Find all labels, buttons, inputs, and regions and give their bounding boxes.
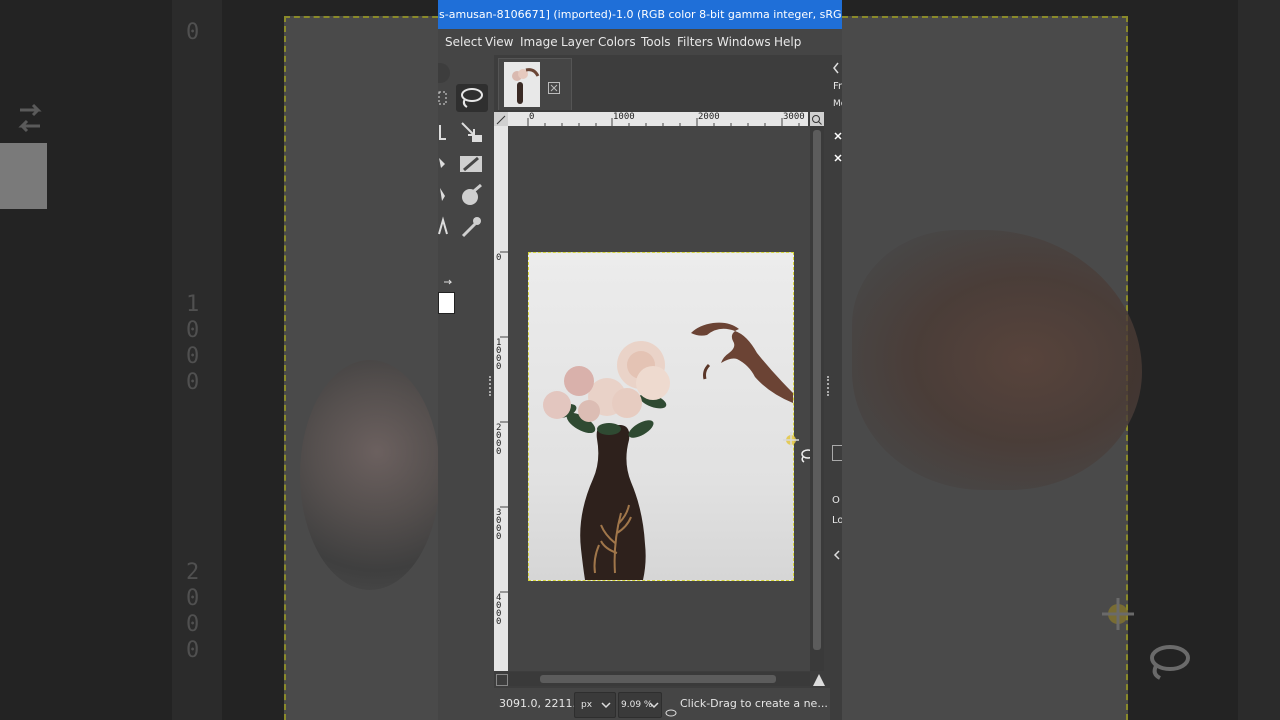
smudge-tool-icon[interactable] [438, 182, 448, 208]
unit-value: px [581, 700, 593, 710]
image-thumbnail [504, 62, 540, 107]
bg-ruler-digit: 1 [186, 292, 200, 317]
bg-ruler-digit: 0 [186, 20, 200, 45]
background-right-blur [842, 0, 1280, 720]
rect-select-tool-icon[interactable] [438, 85, 448, 111]
bg-crosshair-icon [1100, 596, 1136, 632]
navigate-icon[interactable] [810, 112, 824, 126]
pointer-coordinates: 3091.0, 2211.0 [499, 697, 583, 710]
toolbox-separator-handle[interactable] [489, 376, 494, 396]
ruler-label: 1000 [613, 112, 635, 122]
move-tool-icon[interactable] [458, 119, 484, 145]
dock-label: Fr [833, 81, 842, 92]
bg-ruler-digit: 0 [186, 318, 200, 343]
bg-swap-icon [12, 100, 48, 136]
bg-ruler-digit: 0 [186, 586, 200, 611]
ruler-label: 2000 [496, 423, 502, 457]
ruler-label: 0 [496, 253, 502, 263]
ruler-label: 3000 [783, 112, 805, 122]
color-picker-tool-icon[interactable] [458, 214, 484, 240]
menu-help[interactable]: Help [774, 29, 801, 55]
swap-colors-icon[interactable] [442, 275, 454, 287]
toolbox [438, 55, 494, 720]
background-left-blur: 0 1 0 0 0 2 0 0 0 [0, 0, 438, 720]
bg-ruler-right [1238, 0, 1280, 720]
menu-select[interactable]: Select [445, 29, 482, 55]
horizontal-scroll-thumb[interactable] [540, 675, 776, 683]
dock-label: O [832, 495, 840, 506]
free-select-tool-icon[interactable] [456, 84, 488, 112]
eraser-tool-icon[interactable] [458, 150, 484, 176]
ruler-label: 2000 [698, 112, 720, 122]
dock-close-icon[interactable] [834, 125, 842, 144]
image-tab[interactable] [498, 58, 572, 111]
foreground-color-swatch[interactable] [438, 292, 455, 314]
ruler-label: 4000 [496, 593, 502, 627]
vertical-ruler[interactable]: 0 1000 2000 3000 4000 [494, 126, 508, 671]
window-title-bar[interactable]: ls-amusan-8106671] (imported)-1.0 (RGB c… [438, 0, 842, 29]
chevron-down-icon [601, 693, 611, 720]
dock-arrow-icon[interactable] [833, 545, 841, 564]
vertical-scrollbar[interactable] [810, 126, 824, 671]
crosshair-cursor-icon [783, 432, 799, 448]
horizontal-ruler[interactable]: 0 1000 2000 3000 [508, 112, 808, 126]
bg-ruler-digit: 2 [186, 560, 200, 585]
heal-tool-icon[interactable] [458, 182, 484, 208]
zoom-select[interactable]: 9.09 % [618, 692, 662, 718]
path-tool-icon[interactable] [438, 214, 448, 240]
status-hint: Click-Drag to create a ne... [680, 697, 828, 710]
paint-tool-icon[interactable] [438, 150, 448, 176]
menu-filters[interactable]: Filters [677, 29, 713, 55]
bg-flowers-blur [300, 360, 438, 590]
chevron-down-icon [649, 693, 659, 720]
quick-mask-icon[interactable] [496, 674, 508, 686]
zoom-value: 9.09 % [621, 700, 653, 710]
bg-ruler-digit: 0 [186, 612, 200, 637]
gimp-window: ls-amusan-8106671] (imported)-1.0 (RGB c… [438, 0, 842, 720]
crop-tool-icon[interactable] [438, 119, 448, 145]
ruler-label: 3000 [496, 508, 502, 542]
collapse-dock-icon[interactable] [832, 59, 840, 78]
horizontal-scrollbar[interactable] [508, 672, 810, 686]
image-tab-bar [494, 55, 842, 111]
menu-colors[interactable]: Colors [598, 29, 636, 55]
ruler-corner-icon[interactable] [494, 112, 508, 126]
toolbox-handle [438, 63, 450, 83]
menu-view[interactable]: View [485, 29, 513, 55]
ruler-label: 1000 [496, 338, 502, 372]
bg-ruler-digit: 0 [186, 370, 200, 395]
dock-close-icon[interactable] [834, 147, 842, 166]
zoom-navigate-icon[interactable] [812, 672, 826, 686]
menu-tools[interactable]: Tools [641, 29, 671, 55]
unit-select[interactable]: px [574, 692, 616, 718]
bg-color-swatch [0, 143, 47, 209]
bg-ruler-digit: 0 [186, 638, 200, 663]
bg-lasso-icon [1142, 640, 1192, 686]
menu-windows[interactable]: Windows [717, 29, 771, 55]
bg-ruler-digit: 0 [186, 344, 200, 369]
dock-separator-handle[interactable] [827, 376, 832, 396]
lasso-status-icon [664, 705, 678, 720]
vertical-scroll-thumb[interactable] [813, 130, 821, 650]
dock-label: Lo [832, 515, 842, 526]
dock-label: Mo [833, 99, 842, 109]
menu-bar: Select View Image Layer Colors Tools Fil… [438, 29, 842, 55]
close-tab-icon[interactable] [548, 79, 560, 94]
menu-image[interactable]: Image [520, 29, 558, 55]
ruler-label: 0 [529, 112, 535, 122]
image-canvas[interactable] [528, 252, 794, 581]
menu-layer[interactable]: Layer [561, 29, 594, 55]
status-bar: 3091.0, 2211.0 px 9.09 % Click-Drag to c… [494, 688, 842, 720]
dock-panel-box[interactable] [832, 445, 842, 461]
window-title: ls-amusan-8106671] (imported)-1.0 (RGB c… [438, 8, 842, 21]
